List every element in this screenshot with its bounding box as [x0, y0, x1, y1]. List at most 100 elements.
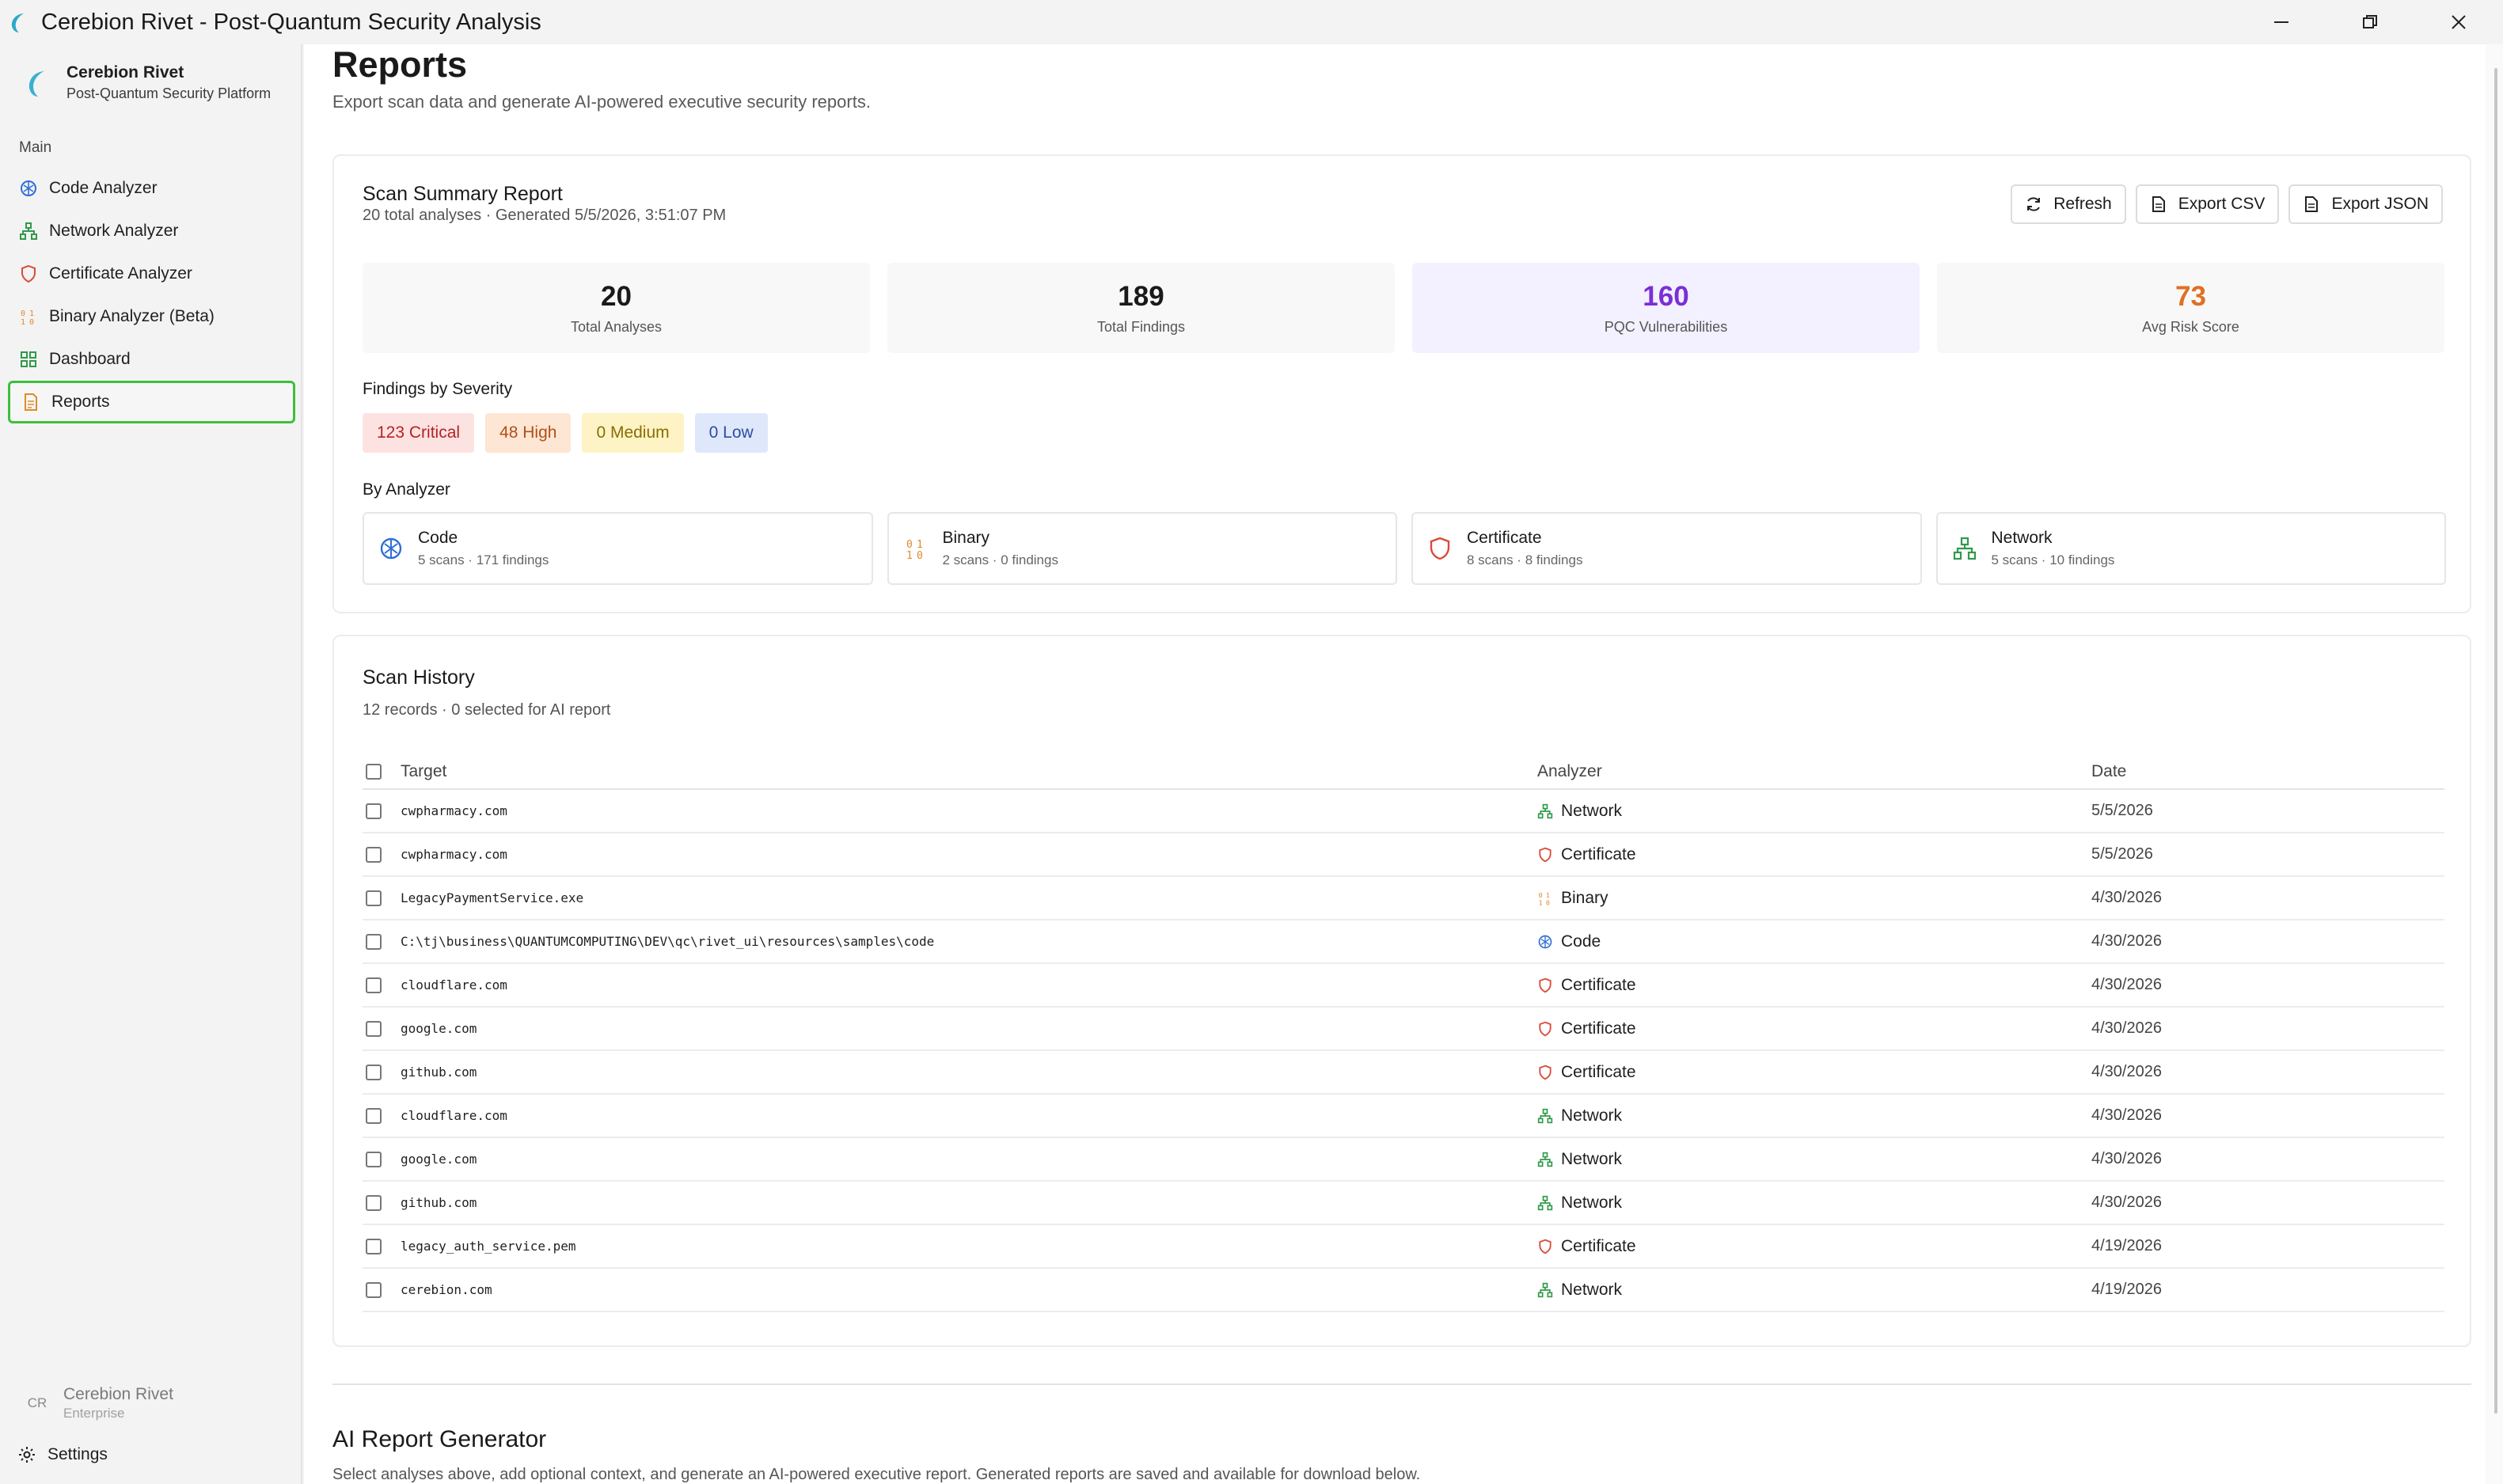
table-row[interactable]: github.com Certificate 4/30/2026 [363, 1051, 2444, 1095]
row-checkbox[interactable] [366, 1020, 382, 1037]
stat-total-findings: 189 Total Findings [887, 263, 1395, 353]
grid-icon [19, 350, 38, 369]
table-row[interactable]: cloudflare.com Network 4/30/2026 [363, 1095, 2444, 1138]
table-row[interactable]: cloudflare.com Certificate 4/30/2026 [363, 964, 2444, 1008]
brand: Cerebion Rivet Post-Quantum Security Pla… [22, 63, 271, 102]
section-divider [332, 1383, 2471, 1385]
stat-avg-risk-score: 73 Avg Risk Score [1937, 263, 2444, 353]
export-json-button[interactable]: Export JSON [2288, 184, 2443, 224]
analyzer-card-code: Code 5 scans · 171 findings [363, 512, 873, 585]
row-target: cerebion.com [401, 1282, 492, 1297]
sidebar-item-label: Reports [51, 393, 110, 411]
close-icon [2452, 15, 2466, 29]
svg-text:0: 0 [1546, 898, 1550, 906]
analyzer-meta: 2 scans · 0 findings [942, 552, 1058, 567]
row-analyzer-label: Network [1561, 1193, 1623, 1212]
binary-icon: 0110 [906, 539, 923, 561]
document-icon [21, 393, 40, 412]
table-row[interactable]: LegacyPaymentService.exe 0 1 1 0 Binary 4/30/2… [363, 877, 2444, 920]
analyzer-meta: 8 scans · 8 findings [1467, 552, 1583, 567]
export-json-label: Export JSON [2331, 195, 2429, 213]
severity-badges: 123 Critical 48 High 0 Medium 0 Low [363, 413, 768, 453]
row-checkbox[interactable] [366, 1194, 382, 1211]
svg-text:1: 1 [29, 309, 34, 318]
row-target: cwpharmacy.com [401, 803, 507, 818]
user-name: Cerebion Rivet [63, 1385, 173, 1403]
code-icon [1537, 934, 1553, 950]
table-row[interactable]: cerebion.com Network 4/19/2026 [363, 1269, 2444, 1312]
network-icon [19, 222, 38, 241]
sidebar-item-dashboard[interactable]: Dashboard [8, 338, 295, 381]
sidebar-item-code-analyzer[interactable]: Code Analyzer [8, 167, 295, 210]
refresh-button[interactable]: Refresh [2011, 184, 2126, 224]
row-analyzer: Code [1537, 932, 2091, 951]
refresh-icon [2027, 197, 2041, 211]
sidebar-item-binary-analyzer[interactable]: 0110 Binary Analyzer (Beta) [8, 295, 295, 338]
row-checkbox[interactable] [366, 1151, 382, 1167]
close-button[interactable] [2414, 0, 2503, 44]
svg-text:0: 0 [21, 309, 25, 318]
row-analyzer: Certificate [1537, 1019, 2091, 1038]
user-profile[interactable]: CR Cerebion Rivet Enterprise [24, 1385, 173, 1421]
row-analyzer-label: Certificate [1561, 844, 1636, 863]
sidebar-item-settings[interactable]: Settings [17, 1445, 108, 1464]
table-row[interactable]: legacy_auth_service.pem Certificate 4/19/2… [363, 1225, 2444, 1269]
row-target: github.com [401, 1195, 477, 1210]
table-row[interactable]: google.com Network 4/30/2026 [363, 1138, 2444, 1182]
select-all-checkbox[interactable] [366, 764, 382, 780]
analyzer-card-network: Network 5 scans · 10 findings [1935, 512, 2446, 585]
row-date: 4/30/2026 [2091, 1194, 2162, 1211]
sidebar-item-network-analyzer[interactable]: Network Analyzer [8, 210, 295, 252]
row-analyzer: Certificate [1537, 1063, 2091, 1082]
row-date: 4/30/2026 [2091, 1106, 2162, 1124]
row-checkbox[interactable] [366, 846, 382, 863]
row-checkbox[interactable] [366, 803, 382, 819]
row-date: 4/30/2026 [2091, 1019, 2162, 1037]
scrollbar-thumb[interactable] [2494, 68, 2497, 1414]
avatar: CR [27, 1395, 47, 1410]
summary-title: Scan Summary Report [363, 183, 563, 205]
network-icon [1537, 1108, 1553, 1124]
network-icon [1953, 537, 1976, 560]
row-checkbox[interactable] [366, 1238, 382, 1254]
network-icon [1537, 803, 1553, 819]
minimize-button[interactable] [2237, 0, 2326, 44]
column-date: Date [2091, 762, 2127, 780]
history-table: Target Analyzer Date cwpharmacy.com Netwo… [363, 755, 2444, 1312]
row-checkbox[interactable] [366, 890, 382, 906]
restore-button[interactable] [2326, 0, 2414, 44]
row-checkbox[interactable] [366, 1281, 382, 1298]
binary-icon: 0110 [1537, 890, 1553, 906]
file-icon [2152, 196, 2165, 212]
scrollbar[interactable] [2486, 44, 2503, 1484]
sidebar-item-reports[interactable]: Reports [8, 381, 295, 423]
stat-value: 20 [601, 280, 632, 312]
page-subtitle: Export scan data and generate AI-powered… [332, 92, 871, 112]
row-target: LegacyPaymentService.exe [401, 890, 584, 905]
table-row[interactable]: google.com Certificate 4/30/2026 [363, 1008, 2444, 1051]
analyzer-name: Network [1991, 529, 2053, 547]
svg-text:0: 0 [917, 550, 923, 561]
analyzer-cards: Code 5 scans · 171 findings 0110 Binary … [363, 512, 2446, 585]
app-logo-icon [11, 13, 24, 32]
row-target: C:\tj\business\QUANTUMCOMPUTING\DEV\qc\r… [401, 934, 935, 949]
sidebar-item-certificate-analyzer[interactable]: Certificate Analyzer [8, 252, 295, 295]
row-checkbox[interactable] [366, 1107, 382, 1124]
table-row[interactable]: github.com Network 4/30/2026 [363, 1182, 2444, 1225]
shield-icon [1430, 537, 1450, 560]
binary-icon: 0110 [19, 307, 38, 326]
row-checkbox[interactable] [366, 1064, 382, 1080]
brand-name: Cerebion Rivet [66, 63, 184, 82]
table-row[interactable]: C:\tj\business\QUANTUMCOMPUTING\DEV\qc\r… [363, 920, 2444, 964]
row-checkbox[interactable] [366, 977, 382, 993]
row-analyzer: Certificate [1537, 1237, 2091, 1256]
table-row[interactable]: cwpharmacy.com Certificate 5/5/2026 [363, 833, 2444, 877]
row-checkbox[interactable] [366, 933, 382, 950]
stat-label: Total Findings [1096, 318, 1186, 335]
sidebar-nav: Code Analyzer Network Analyzer Certifica… [8, 167, 295, 423]
sidebar-item-label: Code Analyzer [49, 179, 158, 197]
row-target: cloudflare.com [401, 977, 507, 992]
table-row[interactable]: cwpharmacy.com Network 5/5/2026 [363, 790, 2444, 833]
row-analyzer-label: Code [1561, 932, 1601, 951]
export-csv-button[interactable]: Export CSV [2135, 184, 2280, 224]
